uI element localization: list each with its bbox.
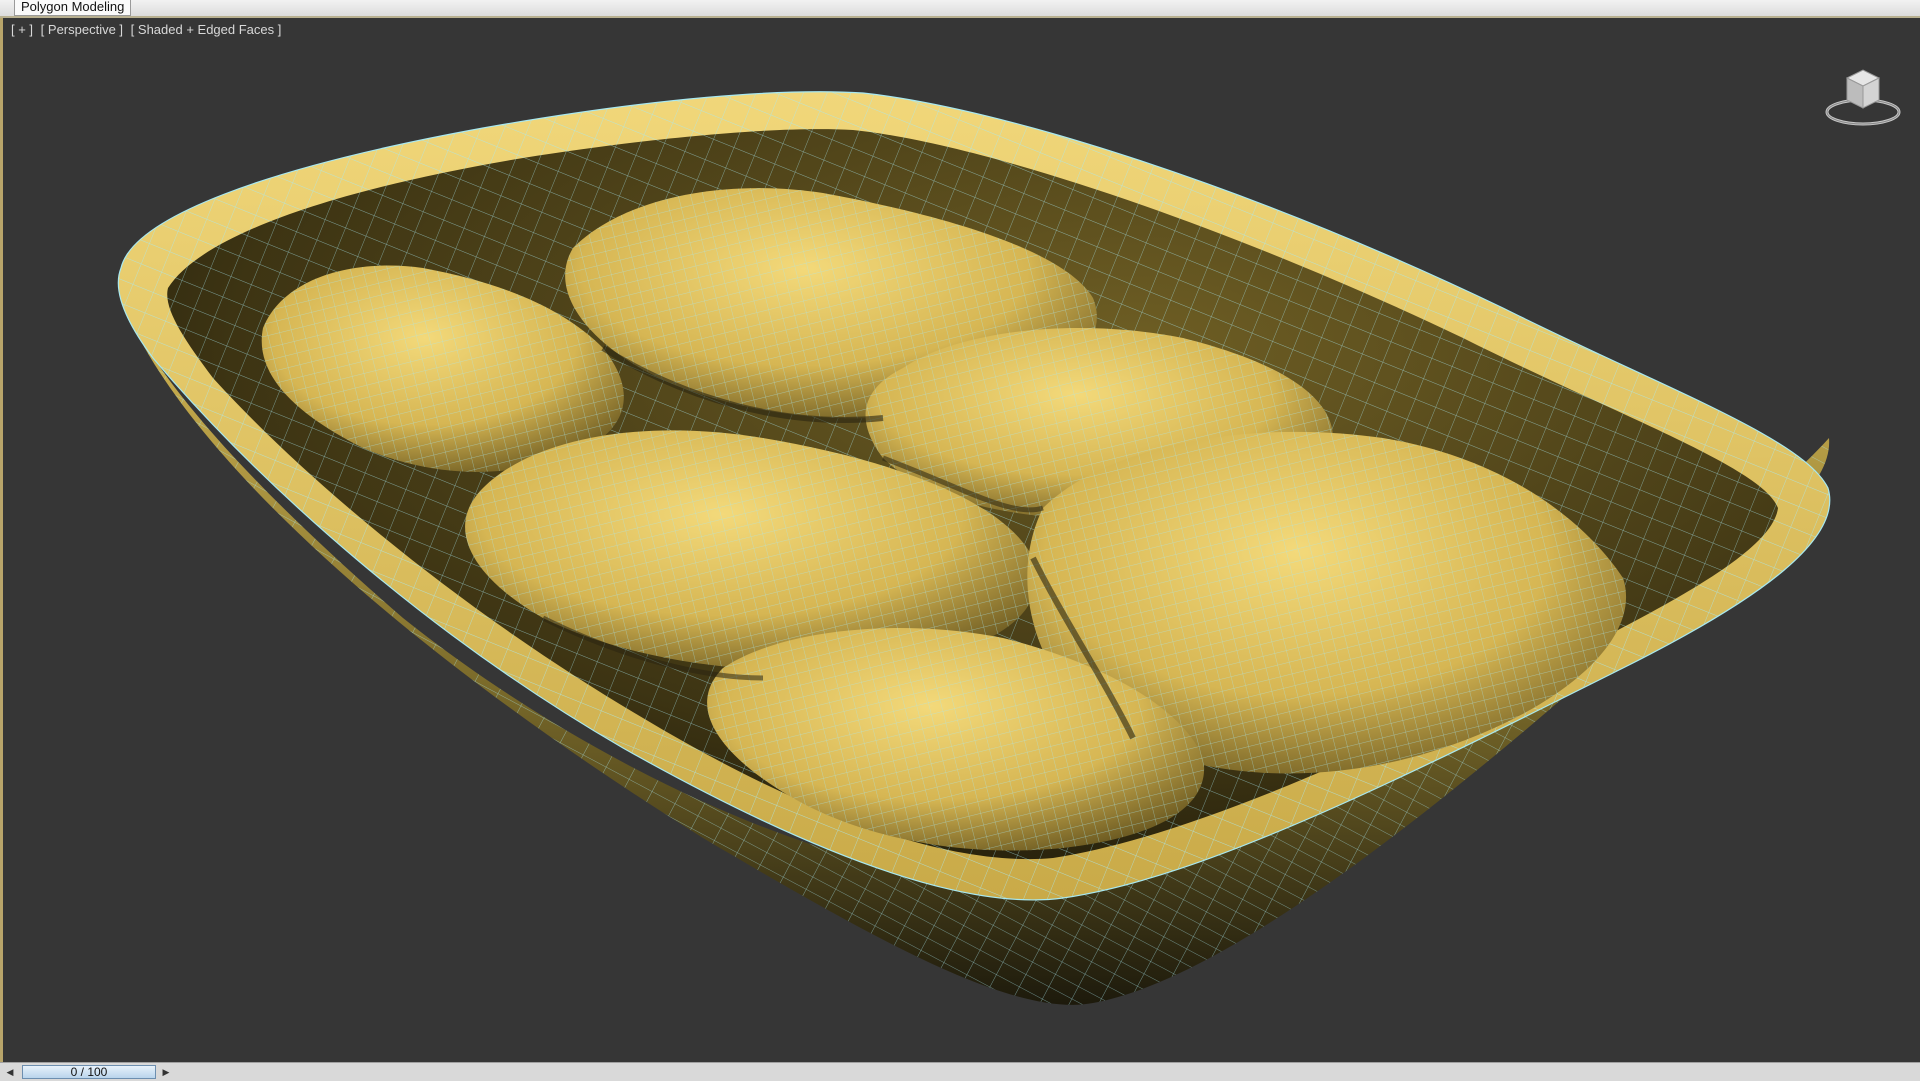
viewport-menu-plus[interactable]: [ + ] [11,22,33,37]
arrow-left-icon[interactable]: ◀ [4,1065,16,1079]
scene-render[interactable] [3,18,1920,1062]
arrow-right-icon[interactable]: ▶ [160,1065,172,1079]
ribbon-strip: Polygon Modeling [0,0,1920,18]
viewport-menu-shading[interactable]: [ Shaded + Edged Faces ] [131,22,282,37]
tab-polygon-modeling[interactable]: Polygon Modeling [14,0,132,16]
time-slider-bar: ◀ 0 / 100 ▶ [0,1062,1920,1081]
viewport-label: [ + ] [ Perspective ] [ Shaded + Edged F… [11,22,285,37]
perspective-viewport[interactable]: [ + ] [ Perspective ] [ Shaded + Edged F… [0,18,1920,1062]
viewport-menu-perspective[interactable]: [ Perspective ] [41,22,123,37]
time-slider[interactable]: 0 / 100 [22,1065,156,1079]
viewcube-icon[interactable] [1823,56,1903,136]
